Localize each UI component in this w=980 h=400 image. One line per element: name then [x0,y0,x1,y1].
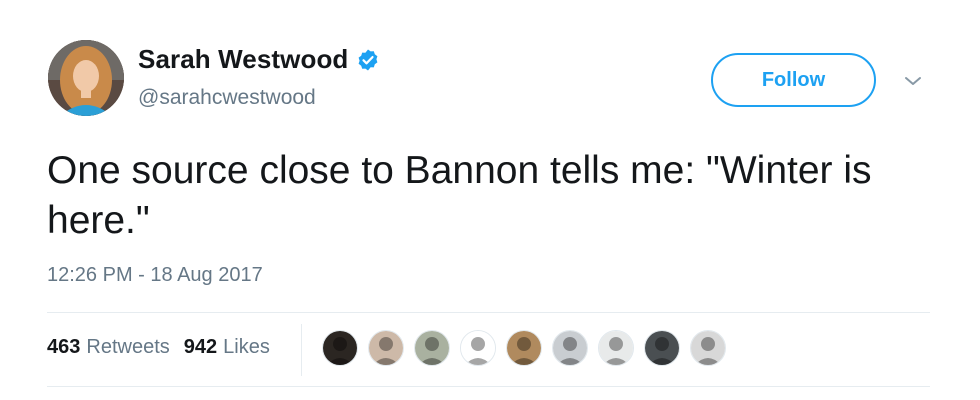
likes-stat[interactable]: 942 Likes [184,336,270,359]
liker-avatar-2[interactable] [368,330,404,366]
liker-avatar-7[interactable] [598,330,634,366]
liker-avatar-3[interactable] [414,330,450,366]
liker-avatar-5[interactable] [506,330,542,366]
liker-avatar-9[interactable] [690,330,726,366]
display-name[interactable]: Sarah Westwood [138,44,348,75]
liker-avatars [322,330,736,366]
tweet-timestamp[interactable]: 12:26 PM - 18 Aug 2017 [47,264,263,287]
chevron-down-icon [905,77,921,85]
follow-button[interactable]: Follow [711,53,876,107]
divider [47,312,930,313]
tweet-stats: 463 Retweets 942 Likes [47,336,284,359]
verified-badge-icon [359,49,378,70]
retweets-count: 463 [47,336,81,358]
stats-separator [301,324,302,376]
user-handle[interactable]: @sarahcwestwood [138,86,316,110]
retweets-stat[interactable]: 463 Retweets [47,336,170,359]
more-options-button[interactable] [900,68,926,94]
liker-avatar-4[interactable] [460,330,496,366]
liker-avatar-8[interactable] [644,330,680,366]
name-row: Sarah Westwood [138,44,380,75]
liker-avatar-1[interactable] [322,330,358,366]
divider [47,386,930,387]
retweets-label: Retweets [86,336,170,358]
user-avatar[interactable] [48,40,124,116]
likes-count: 942 [183,336,218,358]
profile-photo-icon [48,40,124,116]
liker-avatar-6[interactable] [552,330,588,366]
likes-label: Likes [223,336,270,358]
tweet-text: One source close to Bannon tells me: "Wi… [47,149,872,242]
